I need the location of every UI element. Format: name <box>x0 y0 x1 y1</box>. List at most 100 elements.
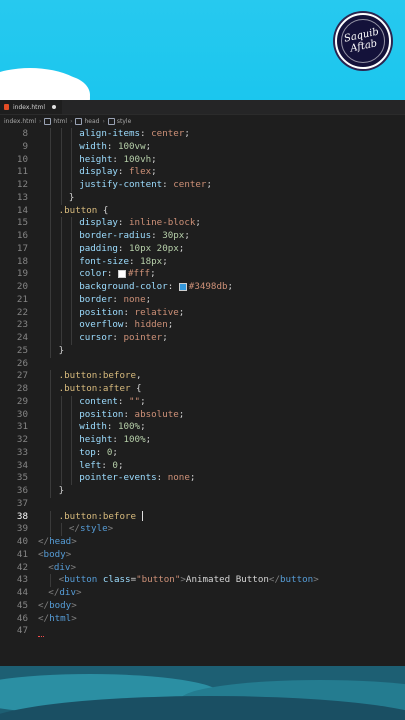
code-line[interactable]: 42 <div> <box>0 562 405 575</box>
unsaved-dot-icon[interactable] <box>52 105 56 109</box>
code-token: button <box>279 574 314 586</box>
code-token: </ <box>38 612 50 624</box>
color-swatch[interactable] <box>117 269 126 278</box>
code-line[interactable]: 13} <box>0 191 405 205</box>
breadcrumb-html[interactable]: html <box>44 117 67 125</box>
code-token: ; <box>167 319 174 331</box>
code-line[interactable]: 43 <button class="button">Animated Button… <box>0 574 405 587</box>
code-line[interactable]: 28 .button:after { <box>0 383 405 396</box>
code-line[interactable]: 45 </body> <box>0 600 405 613</box>
code-token: ; <box>140 421 146 433</box>
code-token: 100vh <box>123 153 152 165</box>
code-token: : <box>106 268 118 280</box>
code-token: : <box>128 255 141 267</box>
code-line[interactable]: 33 top: 0; <box>0 446 405 460</box>
indent-guide <box>60 166 62 179</box>
indent-guide <box>50 408 52 422</box>
code-token: "button" <box>136 574 181 586</box>
indent-guide <box>50 306 52 320</box>
line-number: 16 <box>16 230 28 241</box>
code-line[interactable]: 8 align-items: center; <box>0 128 405 141</box>
code-lines[interactable]: 8 align-items: center; 9 width: 100vw; 10 hei… <box>0 128 405 638</box>
code-text: background-color: #3498db; <box>79 281 233 294</box>
color-swatch[interactable] <box>178 282 187 291</box>
tab-index-html[interactable]: index.html <box>0 100 62 114</box>
code-line[interactable]: 24 cursor: pointer; <box>0 332 405 345</box>
line-number: 36 <box>16 485 28 496</box>
line-number: 22 <box>16 306 28 318</box>
code-line[interactable]: 21 border: none; <box>0 293 405 307</box>
code-line[interactable]: 31 width: 100%; <box>0 421 405 434</box>
code-token: .button:before <box>58 510 137 522</box>
breadcrumb-head[interactable]: head <box>75 117 99 125</box>
indent-guide <box>70 434 72 447</box>
code-line[interactable]: 18 font-size: 18px; <box>0 255 405 269</box>
code-line[interactable]: 40 </head> <box>0 536 405 549</box>
line-number: 46 <box>16 612 28 624</box>
error-squiggle <box>38 634 44 637</box>
code-line[interactable]: 20 background-color: #3498db; <box>0 281 405 294</box>
indent-guide <box>60 523 62 536</box>
indent-guide <box>50 268 52 281</box>
code-line[interactable]: 30 position: absolute; <box>0 408 405 422</box>
code-line[interactable]: 10 height: 100vh; <box>0 153 405 167</box>
code-line[interactable]: 39 </style> <box>0 523 405 536</box>
code-line[interactable]: 12 justify-content: center; <box>0 179 405 192</box>
chevron-right-icon: › <box>39 117 42 125</box>
chevron-right-icon: › <box>102 117 105 125</box>
code-line[interactable]: 9 width: 100vw; <box>0 140 405 154</box>
indent-guide <box>50 574 52 587</box>
code-line[interactable]: 32 height: 100%; <box>0 434 405 447</box>
code-line[interactable]: 25} <box>0 344 405 358</box>
code-line[interactable]: 15 display: inline-block; <box>0 217 405 230</box>
code-line[interactable]: 44 </div> <box>0 587 405 600</box>
code-line[interactable]: 17 padding: 10px 20px; <box>0 242 405 256</box>
code-line[interactable]: 36} <box>0 485 405 498</box>
code-token: head <box>49 536 72 547</box>
code-text: .button { <box>59 205 109 218</box>
sky-background: Saquib Aftab <box>0 0 405 100</box>
code-line[interactable]: 11 display: flex; <box>0 166 405 179</box>
code-token: div <box>53 561 71 573</box>
code-line[interactable]: 19 color: #fff; <box>0 268 405 281</box>
code-token: 100% <box>123 434 146 445</box>
code-line[interactable]: 37 <box>0 498 405 511</box>
code-line[interactable]: 47 <box>0 625 405 638</box>
code-line[interactable]: 23 overflow: hidden; <box>0 319 405 332</box>
line-number: 47 <box>16 625 28 637</box>
indent-guide <box>60 191 62 205</box>
code-text: padding: 10px 20px; <box>79 243 184 256</box>
code-line[interactable]: 38 .button:before <box>0 510 405 524</box>
code-token: ; <box>145 434 152 445</box>
code-line[interactable]: 41 <body> <box>0 549 405 562</box>
code-line[interactable]: 46 </html> <box>0 613 405 626</box>
code-token: : <box>117 217 129 229</box>
breadcrumb-file[interactable]: index.html <box>4 118 36 125</box>
code-line[interactable]: 14 .button { <box>0 204 405 218</box>
code-token: ; <box>140 395 146 407</box>
breadcrumb-style[interactable]: style <box>107 117 131 125</box>
indent-guide <box>60 459 62 473</box>
text-cursor <box>141 511 143 521</box>
code-line[interactable]: 26 <box>0 358 405 371</box>
code-token: Animated Button <box>185 574 269 586</box>
code-text: } <box>59 485 65 498</box>
indent-guide <box>60 153 62 167</box>
code-line[interactable]: 22 position: relative; <box>0 306 405 320</box>
code-line[interactable]: 16 border-radius: 30px; <box>0 230 405 243</box>
code-line[interactable]: 35 pointer-events: none; <box>0 472 405 485</box>
code-text: top: 0; <box>79 447 118 460</box>
code-token: ; <box>117 459 124 471</box>
indent-guide <box>50 255 52 269</box>
code-line[interactable]: 27 .button:before, <box>0 370 405 383</box>
code-line[interactable]: 29 content: ""; <box>0 395 405 409</box>
code-token: : <box>162 179 174 190</box>
code-line[interactable]: 34 left: 0; <box>0 459 405 473</box>
element-icon <box>44 117 52 125</box>
line-number: 23 <box>16 319 28 331</box>
code-text: height: 100%; <box>79 434 151 447</box>
code-text: overflow: hidden; <box>79 319 173 332</box>
line-number: 34 <box>16 459 28 471</box>
code-text: display: flex; <box>79 166 157 179</box>
code-token: style <box>79 523 108 535</box>
